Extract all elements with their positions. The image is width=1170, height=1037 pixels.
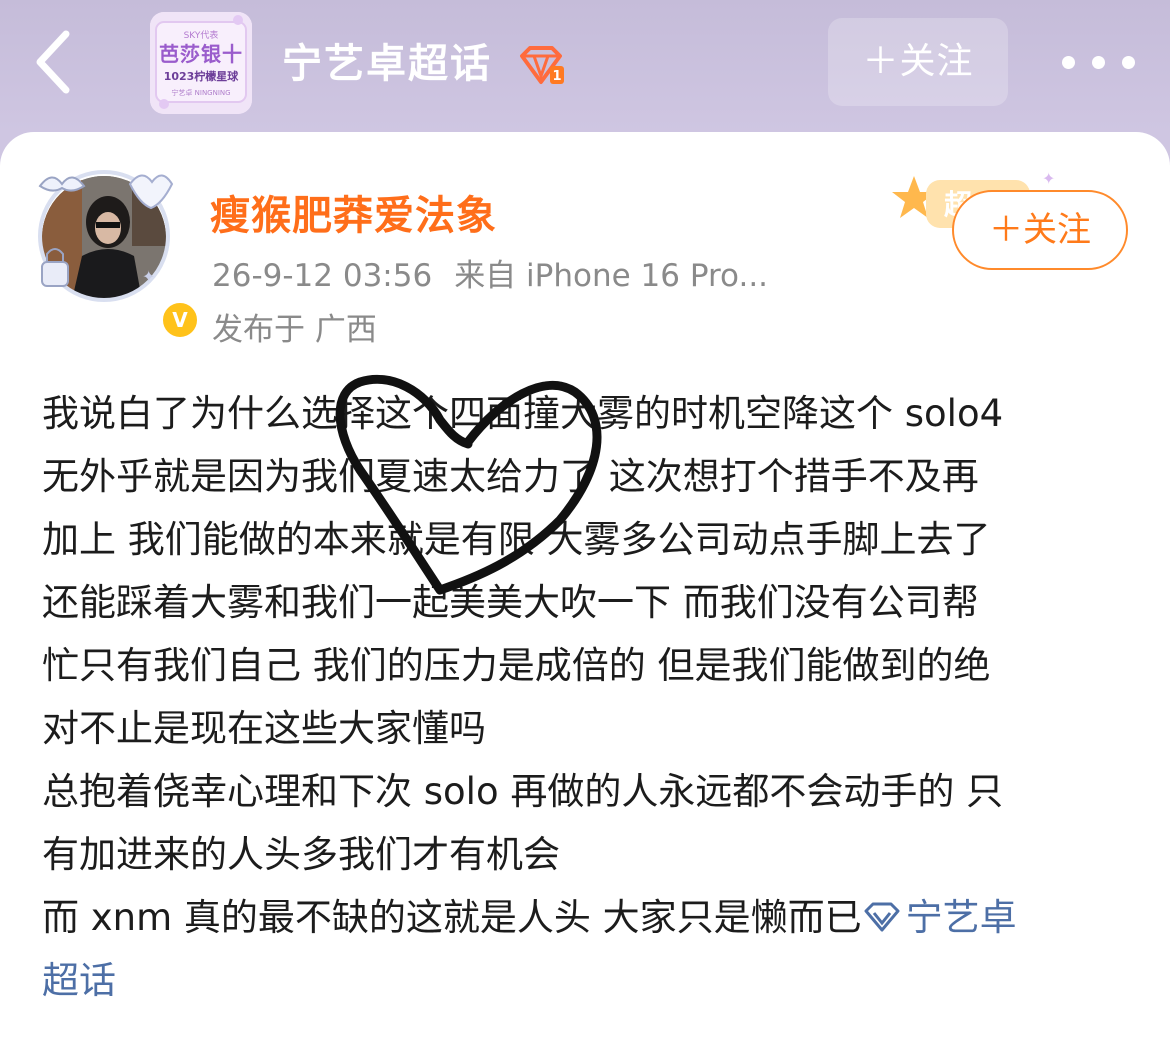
back-button[interactable] bbox=[26, 26, 86, 98]
svg-text:1: 1 bbox=[552, 69, 561, 84]
page-title: 宁艺卓超话 bbox=[282, 41, 492, 87]
post-line: 超话 bbox=[42, 949, 1132, 1012]
topic-link-text: 宁艺卓 bbox=[905, 896, 1017, 939]
svg-text:✦: ✦ bbox=[142, 267, 155, 286]
topic-link-tail[interactable]: 超话 bbox=[42, 959, 116, 1002]
post-line: 还能踩着大雾和我们一起美美大吹一下 而我们没有公司帮 bbox=[42, 581, 979, 624]
svg-text:✦: ✦ bbox=[1042, 169, 1055, 188]
post-line: 我说白了为什么选择这个四面撞大雾的时机空降这个 solo4 bbox=[42, 392, 1004, 435]
follow-topic-button[interactable]: ＋关注 bbox=[828, 18, 1008, 106]
avatar[interactable]: ✦ V bbox=[34, 164, 200, 340]
post-line: 加上 我们能做的本来就是有限 大雾多公司动点手脚上去了 bbox=[42, 518, 991, 561]
more-dots-icon[interactable] bbox=[1056, 36, 1156, 88]
topic-thumbnail[interactable]: SKY代表 芭莎银十 1023柠檬星球 宁艺卓 NINGNING bbox=[150, 12, 252, 114]
thumbnail-sub-text: 1023柠檬星球 bbox=[163, 70, 239, 83]
post-location: 发布于 广西 bbox=[212, 312, 377, 348]
post-line: 无外乎就是因为我们夏速太给力了 这次想打个措手不及再 bbox=[42, 455, 979, 498]
post-line-with-link: 而 xnm 真的最不缺的这就是人头 大家只是懒而已 宁艺卓 bbox=[42, 886, 1132, 949]
follow-user-button[interactable]: ＋关注 bbox=[952, 190, 1128, 270]
post-line: 总抱着侥幸心理和下次 solo 再做的人永远都不会动手的 只 bbox=[42, 770, 1004, 813]
post-meta: 26-9-12 03:56 来自 iPhone 16 Pro... bbox=[212, 252, 768, 300]
author-name[interactable]: 瘦猴肥莽爱法象 bbox=[210, 188, 497, 244]
thumbnail-tiny-text: 宁艺卓 NINGNING bbox=[171, 89, 231, 97]
chevron-left-icon bbox=[36, 30, 70, 94]
post-card: ✦ V 瘦猴肥莽爱法象 26-9-12 03:56 来自 iPhone 16 Pr… bbox=[0, 132, 1170, 1037]
top-bar: SKY代表 芭莎银十 1023柠檬星球 宁艺卓 NINGNING 宁艺卓超话 1… bbox=[0, 0, 1170, 132]
post-content: 我说白了为什么选择这个四面撞大雾的时机空降这个 solo4 无外乎就是因为我们夏… bbox=[42, 382, 1132, 1012]
post-line: 有加进来的人头多我们才有机会 bbox=[42, 833, 560, 876]
verified-badge: V bbox=[160, 300, 200, 340]
post-line: 忙只有我们自己 我们的压力是成倍的 但是我们能做到的绝 bbox=[42, 644, 991, 687]
topic-link[interactable]: 宁艺卓 bbox=[862, 896, 1017, 939]
thumbnail-main-text: 芭莎银十 bbox=[159, 42, 243, 66]
post-line-text: 而 xnm 真的最不缺的这就是人头 大家只是懒而已 bbox=[42, 896, 862, 939]
post-source: 来自 iPhone 16 Pro... bbox=[454, 258, 769, 294]
diamond-link-icon bbox=[864, 902, 900, 932]
dot bbox=[1062, 56, 1075, 69]
diamond-badge-icon: 1 bbox=[518, 46, 566, 86]
post-line: 对不止是现在这些大家懂吗 bbox=[42, 707, 486, 750]
avatar-frame-decoration: ✦ bbox=[38, 170, 174, 302]
post-timestamp: 26-9-12 03:56 bbox=[212, 258, 433, 294]
dot bbox=[1122, 56, 1135, 69]
dot bbox=[1092, 56, 1105, 69]
